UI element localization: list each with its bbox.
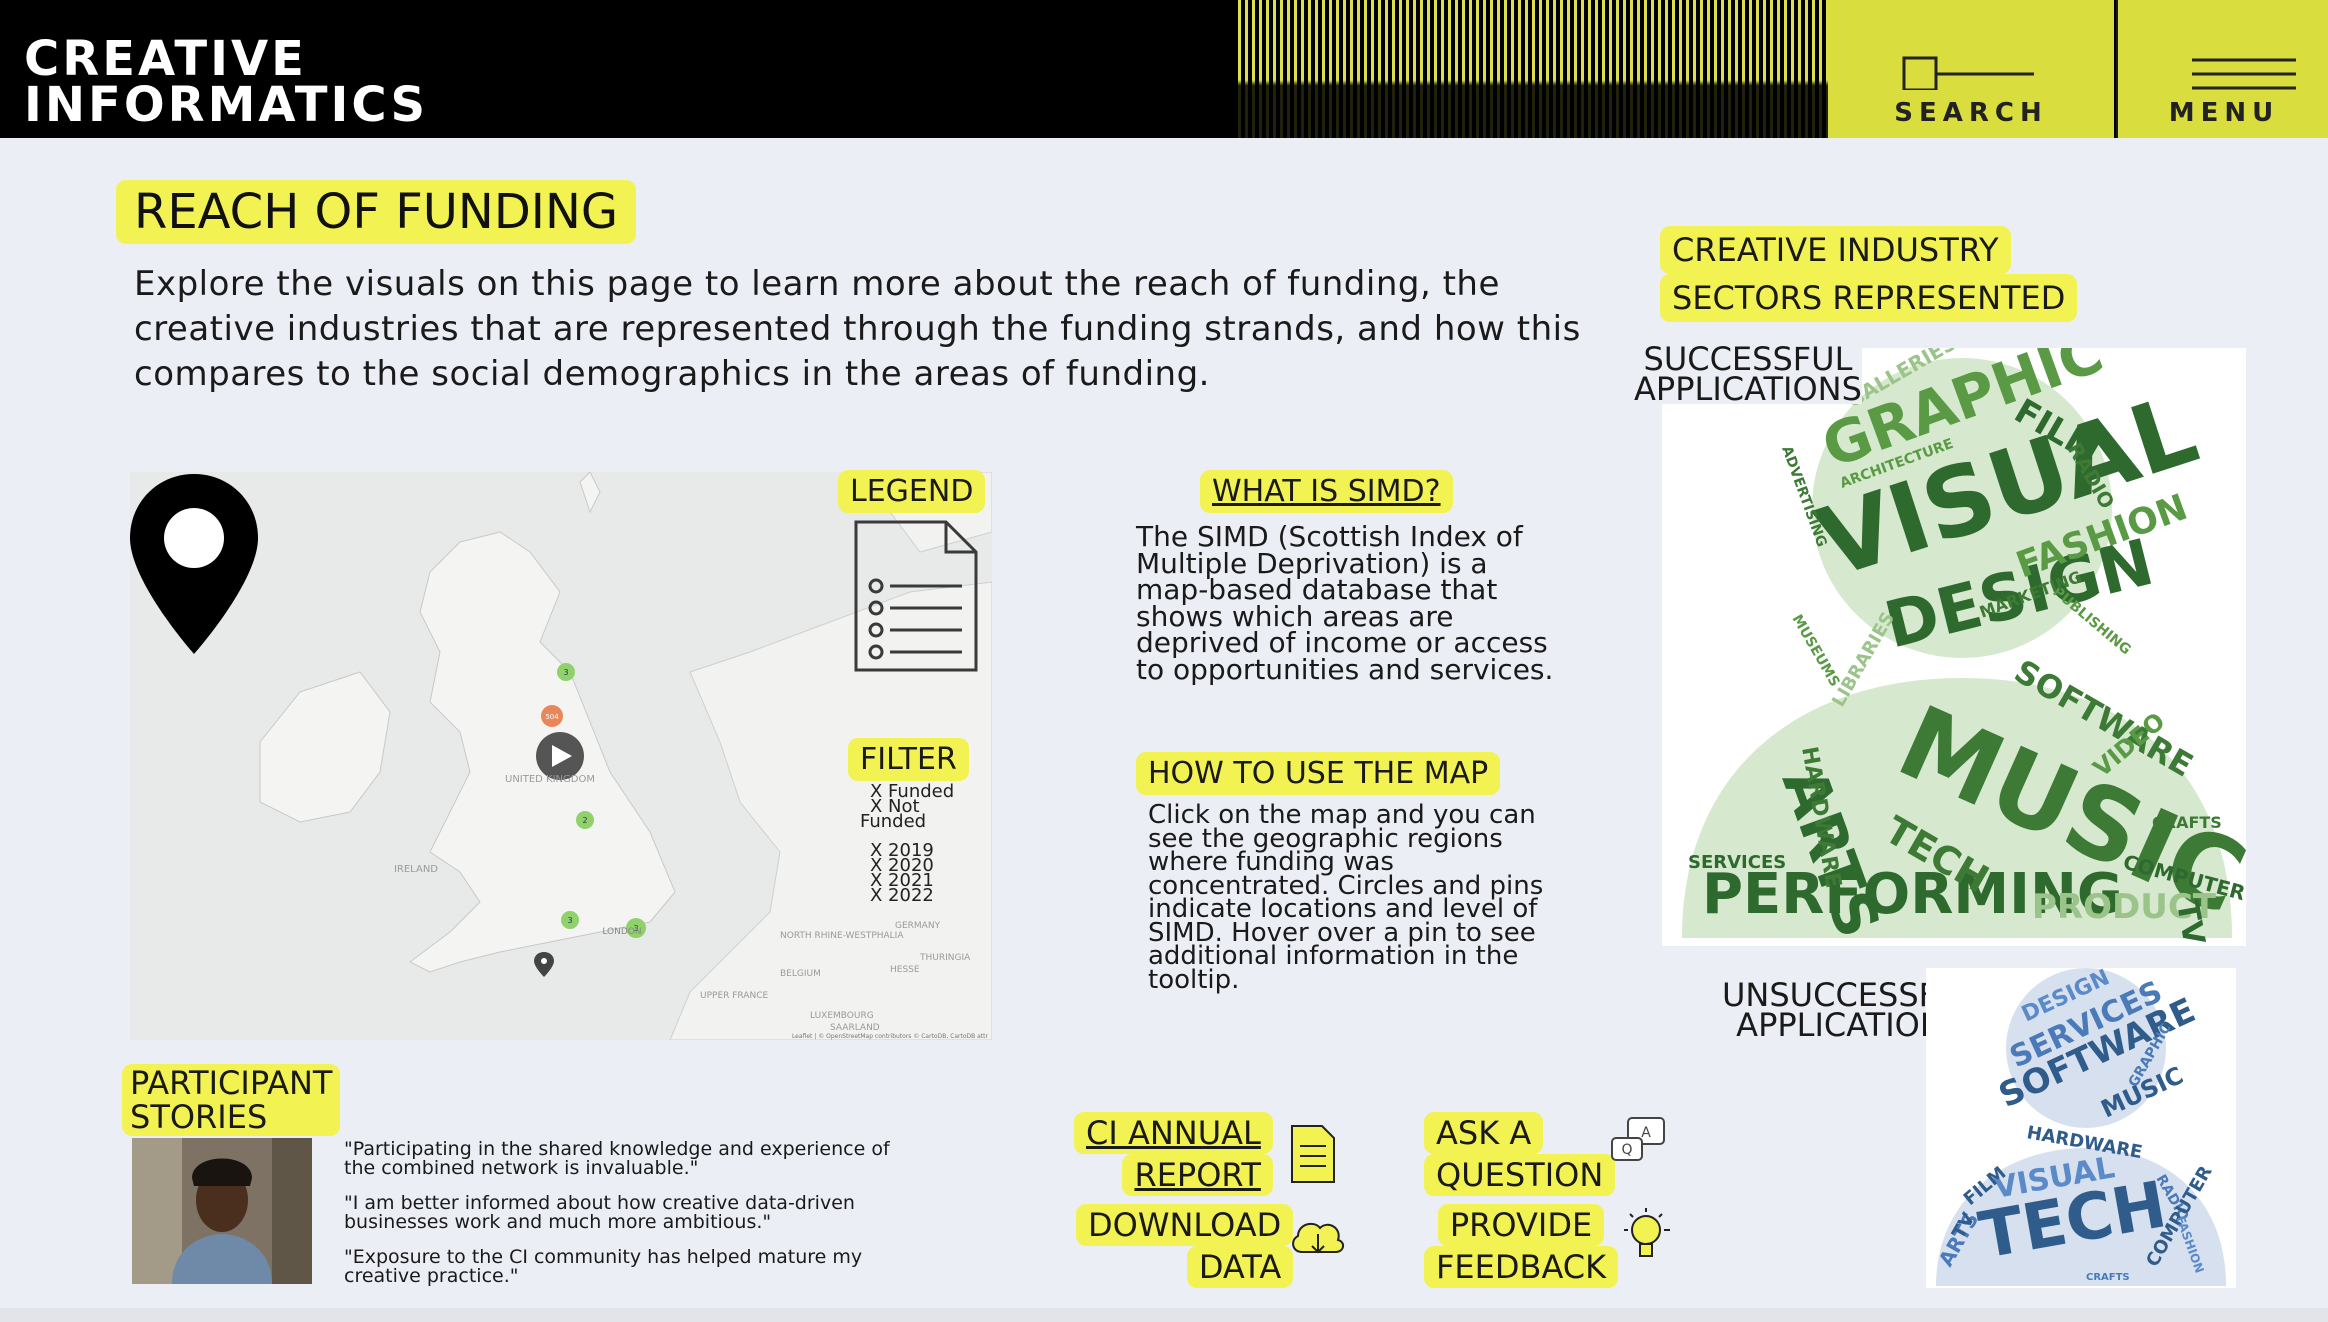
page-title: REACH OF FUNDING [116,180,637,244]
map-cluster-label: 3 [567,916,572,925]
svg-text:A: A [1641,1125,1651,1141]
map-label: UPPER FRANCE [700,991,768,1001]
successful-applications-label: SUCCESSFUL APPLICATIONS [1634,343,1862,408]
search-button[interactable]: SEARCH [1828,0,2114,138]
download-line-1: DOWNLOAD [1076,1204,1294,1246]
brand-logo[interactable]: CREATIVE INFORMATICS [24,31,429,133]
brand-line-1: CREATIVE [24,31,307,87]
report-document-icon[interactable] [1290,1124,1336,1184]
lightbulb-icon[interactable] [1620,1206,1674,1264]
download-line-2: DATA [1186,1246,1294,1288]
annual-report-line-2: REPORT [1122,1154,1273,1196]
participant-title-line-2: STORIES [130,1098,268,1136]
header-stripes-shade [1238,0,1828,138]
simd-title[interactable]: WHAT IS SIMD? [1200,470,1453,513]
sectors-title-line-2: SECTORS REPRESENTED [1660,274,2078,322]
map-label: NORTH RHINE-WESTPHALIA [780,931,904,941]
brand-line-2: INFORMATICS [24,77,429,133]
feedback-line-2: FEEDBACK [1424,1246,1619,1288]
filter-list: X Funded X Not Funded X 2019 X 2020 X 20… [860,783,954,905]
legend-document-icon [854,520,978,672]
participant-quote: "Participating in the shared knowledge a… [344,1138,890,1179]
filter-option-2022[interactable]: X 2022 [870,887,954,905]
menu-button[interactable]: MENU [2116,0,2328,138]
participant-quotes: "Participating in the shared knowledge a… [344,1140,904,1302]
map-label: SAARLAND [830,1023,880,1033]
map-label: HESSE [890,965,920,975]
howto-title: HOW TO USE THE MAP [1136,752,1501,795]
map-label: LONDON [602,927,641,937]
simd-description: The SIMD (Scottish Index of Multiple Dep… [1136,520,1554,686]
annual-report-button[interactable]: CI ANNUAL REPORT [1074,1112,1273,1196]
map-label: GERMANY [895,921,941,931]
cloud-download-icon[interactable] [1288,1212,1346,1260]
map-attribution[interactable]: Leaflet | © OpenStreetMap contributors ©… [792,1033,989,1040]
map-cluster-label: 2 [582,816,587,825]
ask-line-1: ASK A [1424,1112,1544,1154]
search-icon [1902,56,2034,90]
svg-text:Q: Q [1621,1142,1632,1158]
cloud-word: CRAFTS [2152,813,2222,832]
map-label: UNITED KINGDOM [505,774,595,785]
bottom-bar [0,1308,2328,1322]
menu-label: MENU [2168,98,2280,128]
participant-title-line-1: PARTICIPANT [130,1064,333,1102]
participant-stories-title: PARTICIPANT STORIES [122,1064,341,1136]
feedback-line-1: PROVIDE [1437,1204,1605,1246]
participant-quote: "Exposure to the CI community has helped… [344,1246,863,1287]
search-label: SEARCH [1894,98,2048,128]
legend-title: LEGEND [838,470,986,513]
successful-wordcloud: VISUAL GRAPHIC DESIGN MUSIC ARTS PERFORM… [1662,348,2246,946]
location-pin-icon [130,474,258,654]
ask-line-2: QUESTION [1424,1154,1616,1196]
map-label: LUXEMBOURG [810,1011,874,1021]
ask-question-button[interactable]: ASK A QUESTION [1424,1112,1616,1196]
sectors-title: CREATIVE INDUSTRY SECTORS REPRESENTED [1660,226,2078,322]
sectors-title-line-1: CREATIVE INDUSTRY [1660,226,2011,274]
filter-option-not-funded-2[interactable]: Funded [860,813,954,831]
annual-report-line-1: CI ANNUAL [1074,1112,1273,1154]
participant-photo [132,1138,312,1284]
intro-text: Explore the visuals on this page to lear… [134,264,1581,394]
map-label: IRELAND [394,864,438,875]
filter-title: FILTER [848,738,969,781]
chat-bubbles-icon[interactable]: A Q [1610,1116,1666,1168]
download-data-button[interactable]: DOWNLOAD DATA [1076,1204,1294,1288]
cloud-word: MUSEUMS [1789,612,1843,690]
map-cluster-label: 504 [545,713,559,721]
unsuccessful-wordcloud: TECH SOFTWARE SERVICES DESIGN MUSIC VISU… [1926,968,2236,1288]
participant-quote: "I am better informed about how creative… [344,1192,855,1233]
provide-feedback-button[interactable]: PROVIDE FEEDBACK [1424,1204,1619,1288]
successful-label-line-2: APPLICATIONS [1634,370,1862,408]
map-cluster-label: 3 [563,668,568,677]
howto-description: Click on the map and you can see the geo… [1148,800,1544,995]
map-label: BELGIUM [780,969,821,979]
map-label: THURINGIA [919,953,971,963]
hamburger-icon [2192,58,2296,90]
cloud-word: SERVICES [1688,852,1786,873]
cloud-word: TV [2169,898,2211,946]
cloud-word: CRAFTS [2086,1272,2130,1283]
